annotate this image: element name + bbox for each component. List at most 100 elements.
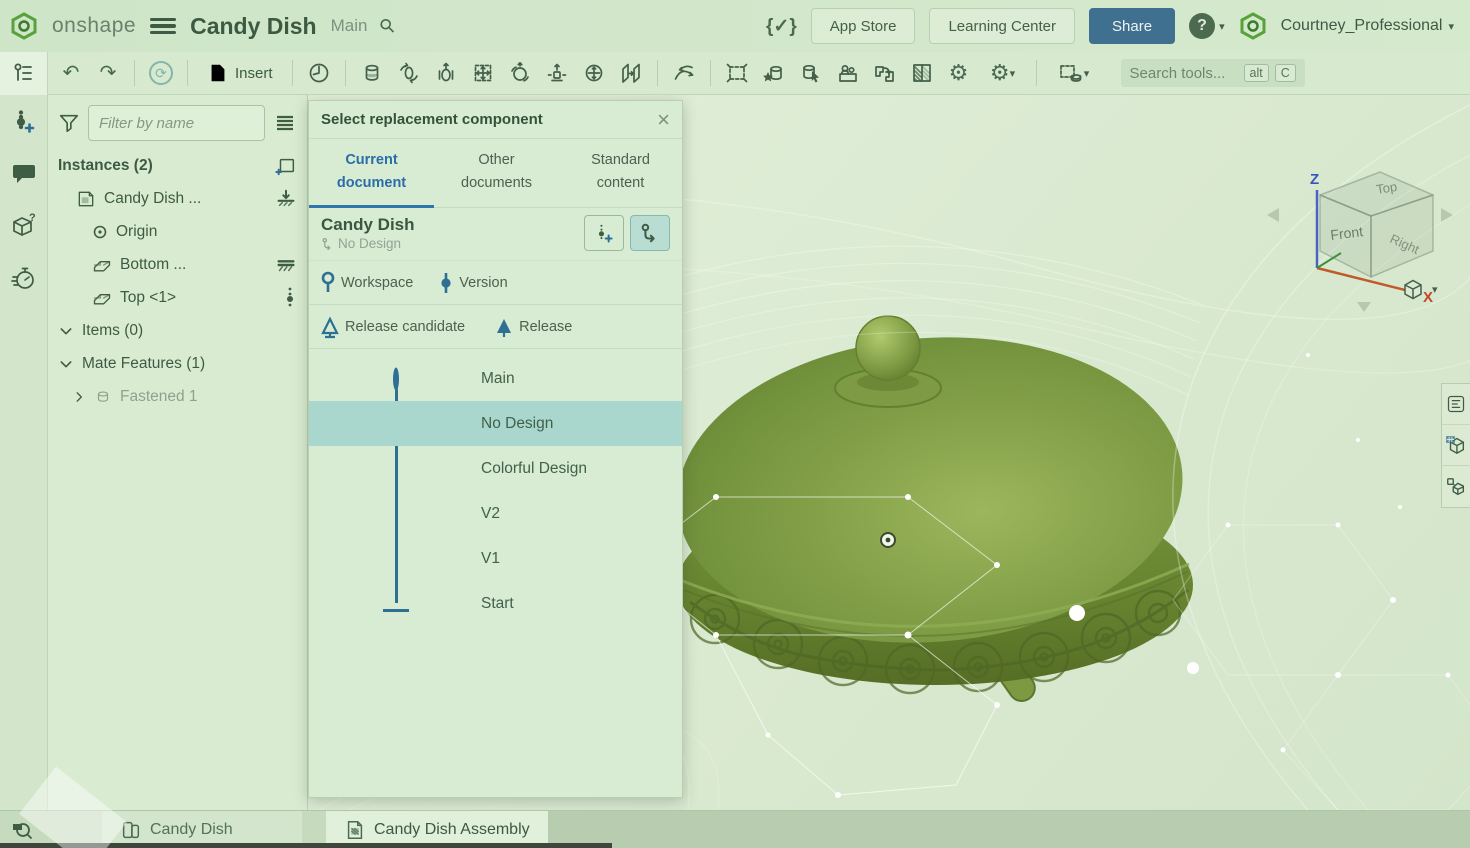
- fastened-mate-icon: [94, 388, 112, 406]
- share-button[interactable]: Share: [1089, 8, 1175, 44]
- marquee-select-icon[interactable]: [722, 58, 752, 88]
- transfer-parts-icon[interactable]: [870, 58, 900, 88]
- bom-table-flyout-button[interactable]: [1442, 425, 1470, 466]
- workspace-version-legend: Workspace Version: [309, 261, 682, 305]
- cylindrical-mate-icon[interactable]: [542, 58, 572, 88]
- version-glyph-icon: [439, 271, 453, 295]
- planar-mate-icon[interactable]: [468, 58, 498, 88]
- filter-input[interactable]: [88, 105, 265, 141]
- dish-knob[interactable]: [856, 316, 920, 380]
- left-icon-strip: ?: [0, 95, 48, 810]
- version-row-start[interactable]: Start: [309, 581, 682, 626]
- assembly-icon: [344, 819, 366, 841]
- learning-center-button[interactable]: Learning Center: [929, 8, 1075, 44]
- parallel-mate-icon[interactable]: [616, 58, 646, 88]
- tab-standard-content[interactable]: Standardcontent: [559, 139, 682, 207]
- plane-icon: [92, 288, 112, 308]
- part-help-icon[interactable]: ?: [9, 211, 39, 241]
- workspace-node-icon: [393, 367, 399, 390]
- tree-item-candy-dish[interactable]: Candy Dish ...: [48, 182, 307, 215]
- app-store-button[interactable]: App Store: [811, 8, 916, 44]
- dialog-tabs: Currentdocument Otherdocuments Standardc…: [309, 139, 682, 208]
- insert-button[interactable]: Insert: [199, 58, 281, 88]
- workspace-branch-label[interactable]: Main: [331, 16, 368, 36]
- group-parts-icon[interactable]: [357, 58, 387, 88]
- mate-connector-marker[interactable]: [881, 533, 895, 547]
- document-title[interactable]: Candy Dish: [190, 13, 317, 40]
- branch-icon: [321, 237, 334, 250]
- history-stopwatch-icon[interactable]: [9, 263, 39, 293]
- onshape-logo-icon[interactable]: [10, 12, 38, 40]
- view-options-menu[interactable]: ▾: [1400, 277, 1438, 301]
- dialog-title: Select replacement component: [321, 111, 657, 128]
- onshape-app: onshape Candy Dish Main ⚲ {✓} App Store …: [0, 0, 1470, 848]
- section-view-menu[interactable]: ▾: [1048, 58, 1100, 88]
- chevron-down-icon: ▾: [1219, 20, 1225, 33]
- create-mate-connector-button[interactable]: [584, 215, 624, 251]
- chevron-down-icon: ▾: [1084, 67, 1090, 80]
- instances-panel-toggle[interactable]: [0, 52, 48, 95]
- version-graph-button[interactable]: [630, 215, 670, 251]
- search-tools-input[interactable]: [1130, 65, 1238, 82]
- version-row-no-design[interactable]: No Design: [309, 401, 682, 446]
- chevron-right-icon[interactable]: [72, 390, 86, 404]
- configurations-icon[interactable]: ⚙: [944, 58, 974, 88]
- rotate-right-arrow[interactable]: [1441, 208, 1453, 222]
- list-view-icon[interactable]: [273, 111, 297, 135]
- redo-icon[interactable]: ↷: [93, 58, 123, 88]
- rotate-left-arrow[interactable]: [1267, 208, 1279, 222]
- assembly-tools-menu[interactable]: ⚙ ▾: [981, 58, 1025, 88]
- rotate-down-arrow[interactable]: [1357, 302, 1371, 312]
- undo-icon[interactable]: ↶: [56, 58, 86, 88]
- tree-item-fastened[interactable]: Fastened 1: [48, 380, 307, 413]
- pin-slot-mate-icon[interactable]: [579, 58, 609, 88]
- tab-current-document[interactable]: Currentdocument: [309, 139, 434, 207]
- chevron-down-icon: [58, 356, 74, 372]
- mate-features-section-header[interactable]: Mate Features (1): [48, 347, 307, 380]
- tangent-mate-icon[interactable]: [669, 58, 699, 88]
- chevron-down-icon: [58, 323, 74, 339]
- help-menu[interactable]: ? ▾: [1189, 13, 1225, 39]
- revolute-mate-icon[interactable]: [394, 58, 424, 88]
- share-link-icon[interactable]: ⚲: [375, 13, 401, 39]
- exploded-view-icon[interactable]: [907, 58, 937, 88]
- help-icon[interactable]: ?: [1189, 13, 1215, 39]
- mate-connector-icon: [283, 286, 297, 310]
- version-row-v1[interactable]: V1: [309, 536, 682, 581]
- insert-item-icon[interactable]: [275, 155, 297, 177]
- filter-funnel-icon[interactable]: [58, 112, 80, 134]
- chevron-down-icon: ▾: [1448, 20, 1454, 33]
- featurescript-icon[interactable]: {✓}: [766, 15, 797, 38]
- items-section-header[interactable]: Items (0): [48, 314, 307, 347]
- add-mate-connector-icon[interactable]: [9, 107, 39, 137]
- model-candy-dish[interactable]: [640, 272, 1200, 732]
- close-icon[interactable]: ×: [657, 109, 670, 131]
- release-legend: Release candidate Release: [309, 305, 682, 349]
- in-context-edit-icon[interactable]: [759, 58, 789, 88]
- search-tools-box[interactable]: alt C: [1121, 59, 1305, 87]
- tree-item-bottom-plane[interactable]: Bottom ...: [48, 248, 307, 281]
- right-panel-rail: [1441, 383, 1470, 508]
- feature-list-flyout-button[interactable]: [1442, 384, 1470, 425]
- active-tab-underline: [309, 205, 434, 208]
- user-menu[interactable]: Courtney_Professional ▾: [1281, 17, 1454, 35]
- version-row-main[interactable]: Main: [309, 356, 682, 401]
- version-row-v2[interactable]: V2: [309, 491, 682, 536]
- update-sync-icon[interactable]: ⟳: [146, 58, 176, 88]
- named-positions-icon[interactable]: [796, 58, 826, 88]
- version-row-colorful-design[interactable]: Colorful Design: [309, 446, 682, 491]
- shortcut-c-badge: C: [1275, 64, 1296, 82]
- configuration-flyout-button[interactable]: [1442, 466, 1470, 507]
- ground-icon: [275, 254, 297, 276]
- ball-mate-icon[interactable]: [505, 58, 535, 88]
- document-selector[interactable]: Candy Dish No Design: [309, 208, 682, 261]
- tree-item-origin[interactable]: Origin: [48, 215, 307, 248]
- slider-mate-icon[interactable]: [431, 58, 461, 88]
- instances-header: Instances (2): [58, 157, 153, 175]
- mate-icon[interactable]: [304, 58, 334, 88]
- document-menu-icon[interactable]: [150, 15, 176, 37]
- comment-icon[interactable]: [9, 159, 39, 189]
- tab-other-documents[interactable]: Otherdocuments: [434, 139, 559, 207]
- tree-item-top-plane[interactable]: Top <1>: [48, 281, 307, 314]
- display-states-icon[interactable]: [833, 58, 863, 88]
